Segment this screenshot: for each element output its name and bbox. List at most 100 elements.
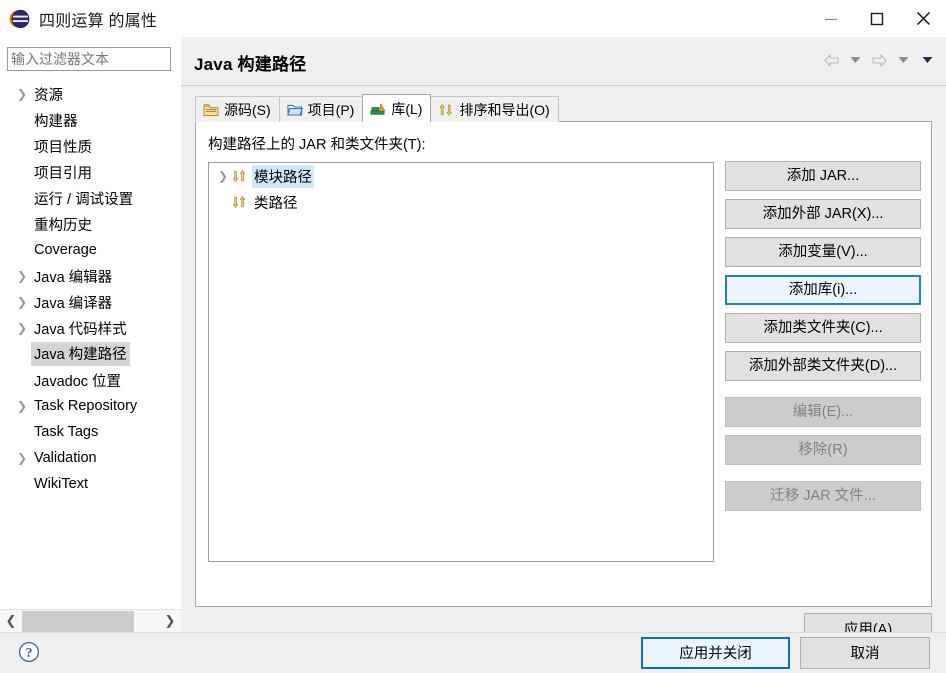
sidebar-item-label: 构建器 [34,110,78,131]
tab-projects[interactable]: 项目(P) [279,96,364,122]
libraries-tab-panel: 构建路径上的 JAR 和类文件夹(T): ❯ 模块路径 [195,121,932,607]
chevron-right-icon[interactable]: ❯ [16,399,28,413]
library-books-icon [370,101,386,117]
add-external-class-folder-button[interactable]: 添加外部类文件夹(D)... [725,351,921,381]
settings-sidebar: ❯ 资源 构建器 项目性质 项目引用 运行 / 调试设置 重构历史 Covera… [0,37,181,632]
sidebar-item-label: Java 代码样式 [34,318,127,339]
eclipse-logo-icon [9,8,31,30]
list-item[interactable]: 类路径 [209,189,713,215]
tab-label: 排序和导出(O) [459,100,549,120]
chevron-right-icon[interactable]: ❯ [16,87,28,101]
sidebar-item-label: Javadoc 位置 [34,370,121,391]
sidebar-item-label: Java 编译器 [34,292,112,313]
sidebar-item-java-compiler[interactable]: ❯ Java 编译器 [0,289,181,315]
add-external-jar-button[interactable]: 添加外部 JAR(X)... [725,199,921,229]
close-icon[interactable] [900,0,946,37]
sidebar-item-wikitext[interactable]: WikiText [0,471,181,497]
minimize-icon[interactable] [808,0,854,37]
content-area: Java 构建路径 [181,37,946,632]
caret-down-icon[interactable] [892,49,914,71]
tab-label: 库(L) [391,99,422,119]
add-variable-button[interactable]: 添加变量(V)... [725,237,921,267]
add-library-button[interactable]: 添加库(i)... [725,275,921,305]
sidebar-item-java-build-path[interactable]: Java 构建路径 [0,341,181,367]
sidebar-item-coverage[interactable]: Coverage [0,237,181,263]
sidebar-item-builders[interactable]: 构建器 [0,107,181,133]
eclipse-logo-svg [9,9,30,29]
scrollbar-track[interactable] [134,611,159,632]
sidebar-item-java-editor[interactable]: ❯ Java 编辑器 [0,263,181,289]
maximize-icon[interactable] [854,0,900,37]
sidebar-item-refactoring-history[interactable]: 重构历史 [0,211,181,237]
sidebar-item-label: Task Repository [34,398,137,414]
chevron-right-icon[interactable]: ❯ [16,451,28,465]
tab-source[interactable]: 源码(S) [195,96,280,122]
caret-down-filled-icon[interactable] [916,49,938,71]
build-path-list[interactable]: ❯ 模块路径 [208,162,714,562]
filter-input[interactable] [7,47,171,71]
caret-down-icon[interactable] [844,49,866,71]
sidebar-item-javadoc-location[interactable]: Javadoc 位置 [0,367,181,393]
apply-and-close-button[interactable]: 应用并关闭 [641,637,790,669]
sidebar-item-label: Validation [34,450,97,466]
sidebar-item-label: Java 编辑器 [34,266,112,287]
chevron-right-icon[interactable]: ❯ [16,269,28,283]
tab-label: 项目(P) [308,100,355,120]
classpath-arrows-icon [231,194,248,210]
scrollbar-thumb[interactable] [22,611,134,632]
chevron-left-icon[interactable]: ❮ [0,611,22,632]
tab-libraries[interactable]: 库(L) [362,94,431,122]
sidebar-item-task-tags[interactable]: Task Tags [0,419,181,445]
cancel-button[interactable]: 取消 [800,637,930,669]
list-item[interactable]: ❯ 模块路径 [209,163,713,189]
source-folder-icon [203,102,219,118]
sidebar-item-resource[interactable]: ❯ 资源 [0,81,181,107]
properties-dialog: 四则运算 的属性 ❯ 资源 构建器 项目性质 [0,0,946,672]
list-item-label: 模块路径 [252,165,314,188]
sidebar-item-project-natures[interactable]: 项目性质 [0,133,181,159]
dialog-footer: ? 应用并关闭 取消 [0,632,946,673]
sidebar-item-label: WikiText [34,476,88,492]
sidebar-item-label: 项目性质 [34,136,92,157]
sidebar-item-label: 运行 / 调试设置 [34,188,133,209]
help-question-icon[interactable]: ? [18,641,40,663]
sidebar-item-task-repository[interactable]: ❯ Task Repository [0,393,181,419]
sidebar-item-label: 资源 [34,84,63,105]
chevron-right-icon[interactable]: ❯ [159,611,181,632]
sidebar-item-label: Coverage [34,242,97,258]
tab-order-and-export[interactable]: 排序和导出(O) [430,96,558,122]
sidebar-item-label: Task Tags [34,424,98,440]
sidebar-item-validation[interactable]: ❯ Validation [0,445,181,471]
edit-button[interactable]: 编辑(E)... [725,397,921,427]
window-title: 四则运算 的属性 [39,7,157,31]
tab-label: 源码(S) [224,100,271,120]
settings-tree: ❯ 资源 构建器 项目性质 项目引用 运行 / 调试设置 重构历史 Covera… [0,81,181,621]
sidebar-item-java-code-style[interactable]: ❯ Java 代码样式 [0,315,181,341]
sidebar-item-project-references[interactable]: 项目引用 [0,159,181,185]
sidebar-item-label: 项目引用 [34,162,92,183]
title-bar: 四则运算 的属性 [0,0,946,37]
sidebar-item-label: Java 构建路径 [31,342,130,366]
build-path-tabs: 源码(S) 项目(P) [195,95,558,122]
add-class-folder-button[interactable]: 添加类文件夹(C)... [725,313,921,343]
page-title: Java 构建路径 [194,50,306,75]
chevron-right-icon[interactable]: ❯ [16,321,28,335]
chevron-right-icon[interactable]: ❯ [16,295,28,309]
back-arrow-icon[interactable] [820,49,842,71]
forward-arrow-icon[interactable] [868,49,890,71]
migrate-jar-file-button[interactable]: 迁移 JAR 文件... [725,481,921,511]
order-export-arrows-icon [438,102,454,118]
page-navigation [820,49,938,71]
sidebar-item-label: 重构历史 [34,214,92,235]
add-jar-button[interactable]: 添加 JAR... [725,161,921,191]
remove-button[interactable]: 移除(R) [725,435,921,465]
sidebar-horizontal-scrollbar[interactable]: ❮ ❯ [0,609,181,632]
library-action-buttons: 添加 JAR... 添加外部 JAR(X)... 添加变量(V)... 添加库(… [725,161,921,519]
page-header: Java 构建路径 [181,37,946,86]
classpath-arrows-icon [231,168,248,184]
chevron-right-icon[interactable]: ❯ [215,169,231,183]
window-controls [808,0,946,37]
sidebar-item-run-debug-settings[interactable]: 运行 / 调试设置 [0,185,181,211]
list-item-label: 类路径 [252,191,300,214]
section-label: 构建路径上的 JAR 和类文件夹(T): [208,133,426,154]
